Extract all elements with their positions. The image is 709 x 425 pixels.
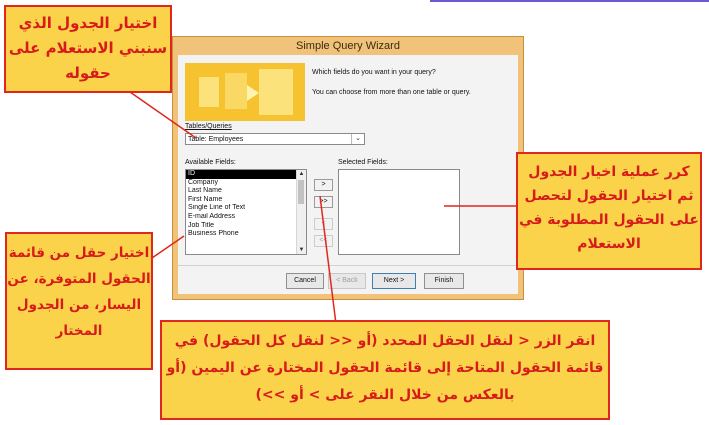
footer-divider — [178, 265, 518, 266]
selected-fields-list[interactable] — [338, 169, 460, 255]
tables-prompt: You can choose from more than one table … — [312, 89, 471, 96]
available-field-item[interactable]: Business Phone — [186, 230, 296, 239]
remove-field-button[interactable]: < — [314, 218, 333, 230]
finish-button[interactable]: Finish — [424, 273, 464, 289]
selected-fields-label: Selected Fields: — [338, 159, 388, 166]
available-fields-list[interactable]: ID Company Last Name First Name Single Line … — [185, 169, 307, 255]
available-fields-scrollbar[interactable]: ▲ ▼ — [296, 170, 306, 254]
callout-choose-field: اختيار حقل من قائمة الحقول المتوفرة، عن … — [5, 232, 153, 370]
available-field-item[interactable]: Job Title — [186, 222, 296, 231]
scroll-up-icon[interactable]: ▲ — [297, 170, 306, 178]
tables-queries-value: Table: Employees — [188, 136, 244, 143]
fields-prompt: Which fields do you want in your query? — [312, 69, 436, 76]
back-button[interactable]: < Back — [328, 273, 366, 289]
available-field-item[interactable]: E-mail Address — [186, 213, 296, 222]
next-button[interactable]: Next > — [372, 273, 416, 289]
chevron-down-icon[interactable]: ⌄ — [351, 134, 364, 144]
top-link-underline — [430, 0, 709, 2]
wizard-client-area: Which fields do you want in your query? … — [178, 55, 518, 294]
add-all-fields-button[interactable]: >> — [314, 196, 333, 208]
available-field-item[interactable]: ID — [186, 170, 296, 179]
scroll-down-icon[interactable]: ▼ — [297, 246, 306, 254]
tables-queries-label: Tables/Queries — [185, 123, 232, 130]
available-fields-label: Available Fields: — [185, 159, 236, 166]
add-field-button[interactable]: > — [314, 179, 333, 191]
cancel-button[interactable]: Cancel — [286, 273, 324, 289]
simple-query-wizard-window: Simple Query Wizard Which fields do you … — [172, 36, 524, 300]
available-field-item[interactable]: Last Name — [186, 187, 296, 196]
remove-all-fields-button[interactable]: << — [314, 235, 333, 247]
wizard-illustration — [185, 63, 305, 121]
callout-repeat: كرر عملية اخيار الجدول ثم اختيار الحقول … — [516, 152, 702, 270]
window-title: Simple Query Wizard — [296, 40, 400, 52]
callout-choose-table: اختيار الجدول الذي سنبني الاستعلام على ح… — [4, 5, 172, 93]
tables-queries-select[interactable]: Table: Employees ⌄ — [185, 133, 365, 145]
available-field-item[interactable]: Single Line of Text — [186, 204, 296, 213]
available-field-item[interactable]: Company — [186, 179, 296, 188]
callout-move-buttons: انقر الزر < لنقل الحقل المحدد (أو << لنق… — [160, 320, 610, 420]
available-field-item[interactable]: First Name — [186, 196, 296, 205]
scroll-thumb[interactable] — [298, 180, 304, 204]
